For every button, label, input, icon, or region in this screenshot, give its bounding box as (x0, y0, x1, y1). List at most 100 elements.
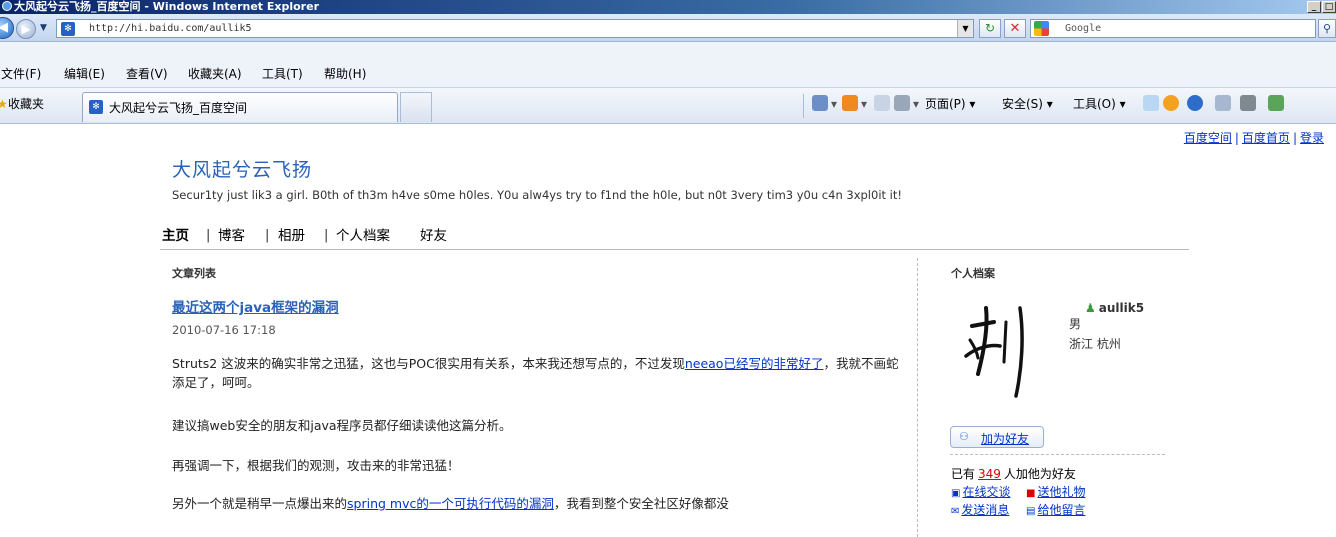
send-message-link[interactable]: ✉ 发送消息 (951, 501, 1009, 518)
home-dropdown-icon[interactable]: ▾ (831, 96, 837, 112)
add-friend-label: 加为好友 (981, 432, 1030, 446)
menu-edit[interactable]: 编辑(E) (64, 66, 105, 82)
chat-online-link[interactable]: ▣ 在线交谈 (951, 483, 1010, 500)
ie-icon (2, 1, 12, 11)
nav-profile[interactable]: 个人档案 (336, 227, 390, 245)
profile-username[interactable]: ♟ aullik5 (1085, 301, 1144, 315)
research-icon[interactable] (1143, 95, 1159, 111)
link-login[interactable]: 登录 (1300, 131, 1324, 145)
extension-icon[interactable] (1240, 95, 1256, 111)
username-text: aullik5 (1098, 301, 1145, 315)
baidu-paw-icon: ✻ (61, 22, 75, 36)
friends-count: 已有 349 人加他为好友 (951, 465, 1076, 482)
menu-favorites[interactable]: 收藏夹(A) (188, 66, 242, 82)
leave-comment-link[interactable]: ▤ 给他留言 (1026, 501, 1085, 518)
note-icon: ▤ (1026, 506, 1036, 517)
divider (950, 454, 1165, 455)
rss-dropdown-icon[interactable]: ▾ (861, 96, 867, 112)
nav-blog[interactable]: 博客 (218, 227, 245, 245)
tab-label: 大风起兮云飞扬_百度空间 (109, 101, 248, 115)
menu-file[interactable]: 文件(F) (1, 66, 41, 82)
forward-button[interactable]: ▶ (16, 19, 36, 39)
nav-home[interactable]: 主页 (162, 227, 189, 245)
post-text: 另外一个就是稍早一点爆出来的 (172, 496, 348, 511)
gift-icon: ■ (1026, 488, 1036, 499)
print-dropdown-icon[interactable]: ▾ (913, 96, 919, 112)
separator: | (1292, 131, 1297, 145)
star-icon: ★ (0, 97, 8, 111)
post-paragraph-3: 再强调一下，根据我们的观测，攻击来的非常迅猛！ (172, 458, 460, 473)
post-paragraph-4: 另外一个就是稍早一点爆出来的spring mvc的一个可执行代码的漏洞，我看到整… (172, 494, 900, 513)
url-dropdown-icon[interactable]: ▼ (957, 20, 973, 37)
page-menu[interactable]: 页面(P) ▾ (925, 96, 975, 112)
window-controls: _ □ (1307, 1, 1336, 13)
window-title: 大风起兮云飞扬_百度空间 - Windows Internet Explorer (14, 0, 319, 13)
messenger-icon[interactable] (1163, 95, 1179, 111)
back-button[interactable]: ◀ (0, 17, 14, 39)
chat-icon: ▣ (951, 488, 961, 499)
minimize-button[interactable]: _ (1307, 1, 1321, 13)
refresh-addon-icon[interactable] (1268, 95, 1284, 111)
blog-title[interactable]: 大风起兮云飞扬 (172, 155, 312, 182)
search-placeholder: Google (1065, 23, 1102, 34)
nav-album[interactable]: 相册 (278, 227, 305, 245)
menu-view[interactable]: 查看(V) (126, 66, 168, 82)
blog-description: Secur1ty just lik3 a girl. B0th of th3m … (172, 188, 902, 202)
help-icon[interactable] (1187, 95, 1203, 111)
menu-help[interactable]: 帮助(H) (324, 66, 366, 82)
separator: | (1234, 131, 1239, 145)
posts-section-label: 文章列表 (172, 267, 216, 280)
add-friend-button[interactable]: ⚇ 加为好友 (950, 426, 1044, 448)
friends-prefix: 已有 (951, 467, 976, 481)
new-tab-button[interactable] (400, 92, 432, 122)
mail-icon[interactable] (874, 95, 890, 111)
post-text: Struts2 这波来的确实非常之迅猛，这也与POC很实用有关系，本来我还想写点… (172, 356, 685, 371)
url-field[interactable]: ✻ http://hi.baidu.com/aullik5 ▼ (56, 19, 974, 38)
tab-current[interactable]: ✻ 大风起兮云飞扬_百度空间 (82, 92, 398, 122)
separator: | (324, 228, 329, 243)
link-baidu-home[interactable]: 百度首页 (1242, 131, 1290, 145)
search-icon[interactable]: ⚲ (1318, 19, 1336, 38)
maximize-button[interactable]: □ (1322, 1, 1336, 13)
address-bar: ◀ ▶ ▼ ✻ http://hi.baidu.com/aullik5 ▼ ↻ … (0, 14, 1336, 42)
top-links: 百度空间 | 百度首页 | 登录 (1184, 129, 1324, 146)
profile-gender: 男 (1069, 317, 1082, 331)
profile-location: 浙江 杭州 (1069, 337, 1121, 351)
nav-friends[interactable]: 好友 (420, 227, 447, 245)
separator: | (206, 228, 211, 243)
profile-section-label: 个人档案 (951, 267, 995, 280)
history-dropdown-icon[interactable]: ▼ (40, 23, 47, 33)
stop-button[interactable]: ✕ (1004, 19, 1026, 38)
avatar[interactable] (944, 296, 1066, 406)
blog-nav: 主页 | 博客 | 相册 | 个人档案 好友 (160, 224, 1189, 250)
toolbar-divider (803, 94, 804, 118)
separator: | (265, 228, 270, 243)
safety-menu[interactable]: 安全(S) ▾ (1002, 96, 1053, 112)
post-title[interactable]: 最近这两个java框架的漏洞 (172, 296, 339, 316)
friends-number-link[interactable]: 349 (978, 467, 1001, 481)
post-paragraph-1: Struts2 这波来的确实非常之迅猛，这也与POC很实用有关系，本来我还想写点… (172, 354, 900, 392)
favorites-button[interactable]: 收藏夹 (8, 96, 44, 112)
user-icon: ♟ (1085, 301, 1096, 315)
print-icon[interactable] (894, 95, 910, 111)
window-titlebar: 大风起兮云飞扬_百度空间 - Windows Internet Explorer… (0, 0, 1336, 14)
post-link-neeao[interactable]: neeao已经写的非常好了 (685, 356, 824, 371)
send-gift-link[interactable]: ■ 送他礼物 (1026, 483, 1085, 500)
column-divider (917, 258, 918, 537)
addon-icon[interactable] (1215, 95, 1231, 111)
google-icon (1034, 21, 1049, 36)
baidu-paw-icon: ✻ (89, 100, 103, 114)
link-baidu-space[interactable]: 百度空间 (1184, 131, 1232, 145)
tools-menu[interactable]: 工具(O) ▾ (1073, 96, 1126, 112)
rss-icon[interactable] (842, 95, 858, 111)
post-link-spring[interactable]: spring mvc的一个可执行代码的漏洞 (347, 496, 554, 511)
post-text: ，我看到整个安全社区好像都没 (553, 496, 729, 511)
post-paragraph-2: 建议搞web安全的朋友和java程序员都仔细读读他这篇分析。 (172, 418, 512, 433)
refresh-button[interactable]: ↻ (979, 19, 1001, 38)
post-date: 2010-07-16 17:18 (172, 323, 276, 337)
add-user-icon: ⚇ (959, 430, 969, 443)
search-input[interactable]: Google (1030, 19, 1316, 38)
friends-suffix: 人加他为好友 (1003, 467, 1076, 481)
menu-tools[interactable]: 工具(T) (262, 66, 303, 82)
home-icon[interactable] (812, 95, 828, 111)
